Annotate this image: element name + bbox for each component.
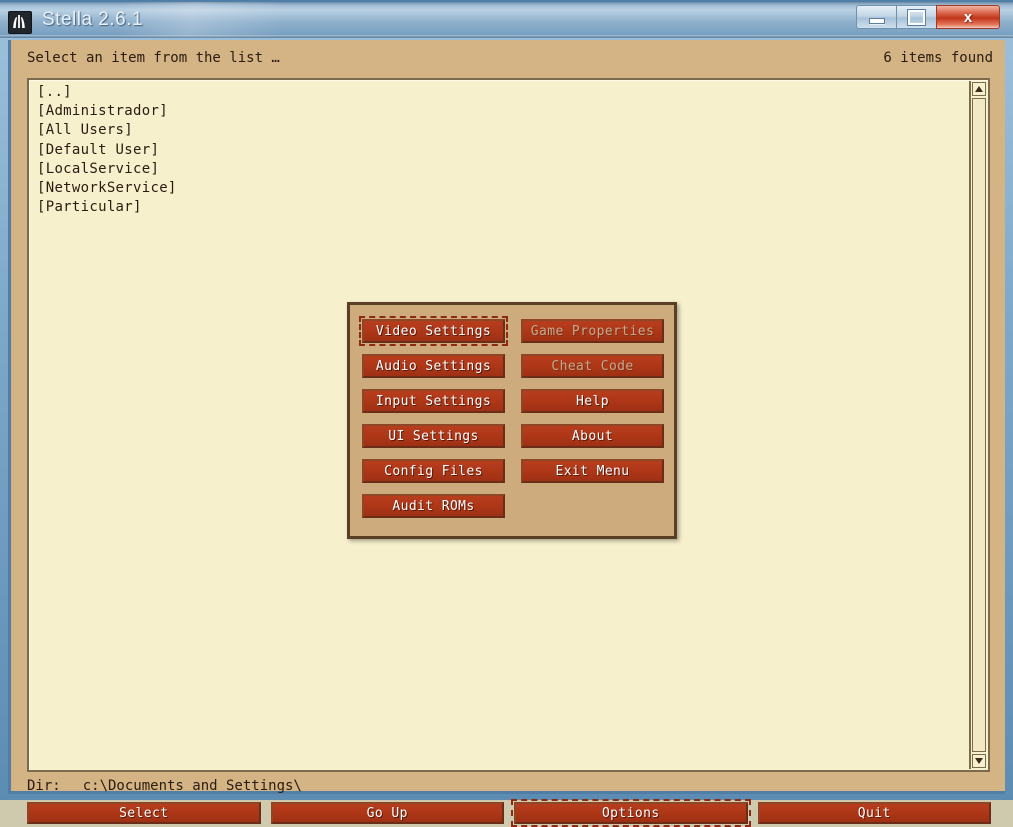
list-item[interactable]: [Default User]: [37, 141, 964, 160]
game-properties-button: Game Properties: [521, 319, 664, 343]
directory-path: c:\Documents and Settings\: [82, 778, 302, 794]
audit-roms-button[interactable]: Audit ROMs: [362, 494, 505, 518]
status-strip: Select an item from the list … 6 items f…: [14, 48, 1005, 74]
application-window: Stella 2.6.1 x Select an item from the l…: [0, 0, 1013, 827]
audio-settings-button[interactable]: Audio Settings: [362, 354, 505, 378]
title-bar-sheen: [120, 2, 280, 38]
go-up-button[interactable]: Go Up: [270, 802, 504, 824]
list-item[interactable]: [Administrador]: [37, 102, 964, 121]
scroll-up-button[interactable]: [972, 82, 986, 96]
file-list-scrollbar[interactable]: [969, 81, 987, 769]
minimize-button[interactable]: [856, 5, 897, 29]
list-item[interactable]: [..]: [37, 83, 964, 102]
about-button[interactable]: About: [521, 424, 664, 448]
atari-fuji-icon: [8, 11, 32, 34]
stella-surface: Select an item from the list … 6 items f…: [14, 40, 1005, 827]
close-icon: x: [963, 8, 973, 26]
select-button[interactable]: Select: [27, 802, 261, 824]
dialog-grid-spacer: [521, 494, 664, 518]
options-button[interactable]: Options: [511, 799, 750, 827]
scrollbar-track[interactable]: [972, 98, 986, 752]
close-button[interactable]: x: [936, 5, 1000, 29]
exit-menu-button[interactable]: Exit Menu: [521, 459, 664, 483]
list-item[interactable]: [All Users]: [37, 121, 964, 140]
maximize-icon: [908, 9, 925, 25]
status-prompt: Select an item from the list …: [27, 50, 280, 66]
items-found-count: 6 items found: [883, 50, 993, 66]
file-list: [..] [Administrador] [All Users] [Defaul…: [37, 83, 964, 217]
maximize-button[interactable]: [896, 5, 937, 29]
title-bar: Stella 2.6.1 x: [0, 0, 1013, 38]
help-button[interactable]: Help: [521, 389, 664, 413]
cheat-code-button: Cheat Code: [521, 354, 664, 378]
list-item[interactable]: [Particular]: [37, 198, 964, 217]
bottom-button-bar: Select Go Up Options Quit: [27, 799, 991, 827]
ui-settings-button[interactable]: UI Settings: [362, 424, 505, 448]
directory-label: Dir:: [27, 778, 61, 794]
input-settings-button[interactable]: Input Settings: [362, 389, 505, 413]
minimize-icon: [868, 18, 885, 24]
directory-row: Dir: c:\Documents and Settings\: [27, 778, 302, 794]
window-title: Stella 2.6.1: [42, 9, 144, 30]
list-item[interactable]: [LocalService]: [37, 160, 964, 179]
chevron-up-icon: [975, 86, 983, 92]
options-dialog: Video Settings Game Properties Audio Set…: [347, 302, 677, 539]
list-item[interactable]: [NetworkService]: [37, 179, 964, 198]
scroll-down-button[interactable]: [972, 754, 986, 768]
config-files-button[interactable]: Config Files: [362, 459, 505, 483]
quit-button[interactable]: Quit: [757, 802, 991, 824]
video-settings-button[interactable]: Video Settings: [359, 316, 508, 346]
client-area: Select an item from the list … 6 items f…: [8, 40, 1005, 827]
chevron-down-icon: [975, 758, 983, 764]
options-dialog-grid: Video Settings Game Properties Audio Set…: [359, 316, 664, 518]
